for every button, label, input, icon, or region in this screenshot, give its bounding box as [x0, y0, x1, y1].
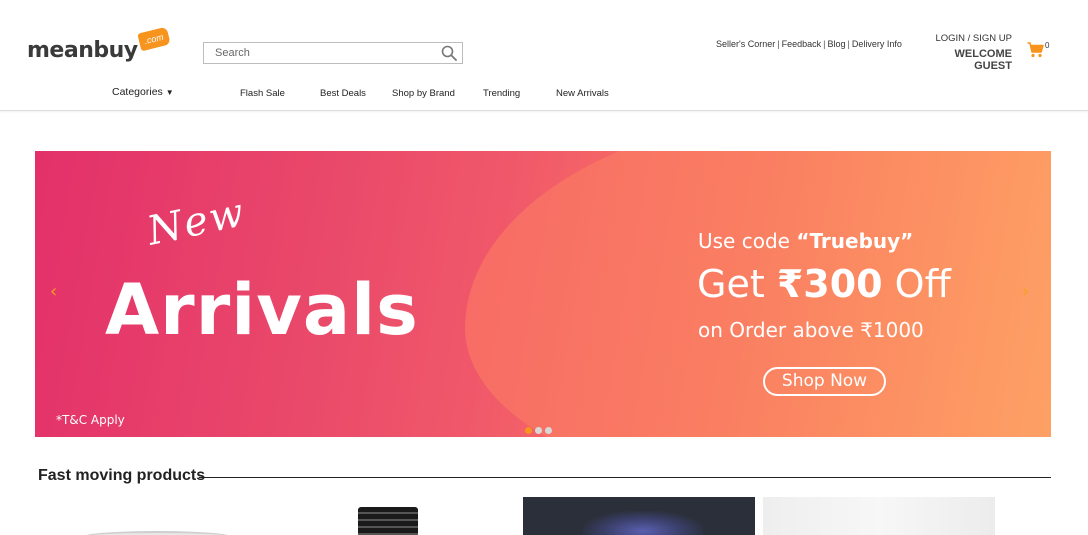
- nav-categories[interactable]: Categories ▼: [112, 86, 174, 98]
- carousel-dots: [525, 421, 555, 434]
- search-icon[interactable]: [441, 45, 457, 61]
- product-image: [583, 511, 703, 535]
- promo-banner[interactable]: New Arrivals Use code “Truebuy” Get ₹300…: [35, 151, 1051, 437]
- carousel-prev-icon[interactable]: ‹: [50, 281, 57, 302]
- link-delivery-info[interactable]: Delivery Info: [852, 39, 902, 49]
- banner-offer-prefix: Get: [697, 262, 777, 306]
- section-title: Fast moving products: [38, 467, 206, 484]
- search-input[interactable]: [204, 43, 434, 63]
- link-sellers-corner[interactable]: Seller's Corner: [716, 39, 775, 49]
- banner-coupon-code: “Truebuy”: [796, 229, 914, 253]
- cart-button[interactable]: 0: [1027, 40, 1051, 60]
- banner-offer-amount: ₹300: [776, 262, 883, 306]
- link-blog[interactable]: Blog: [827, 39, 845, 49]
- banner-offer: Get ₹300 Off: [697, 262, 951, 306]
- product-card-image[interactable]: [82, 497, 232, 535]
- logo[interactable]: meanbuy .com: [27, 26, 177, 70]
- nav-shop-by-brand[interactable]: Shop by Brand: [392, 88, 455, 99]
- login-signup-link[interactable]: LOGIN / SIGN UP: [920, 33, 1012, 44]
- nav-best-deals[interactable]: Best Deals: [320, 88, 366, 99]
- product-card-image[interactable]: [355, 497, 420, 535]
- cart-count: 0: [1045, 41, 1050, 50]
- product-image: [358, 507, 418, 535]
- banner-script-new: New: [143, 189, 250, 255]
- nav-categories-label: Categories: [112, 86, 163, 98]
- welcome-text: WELCOME GUEST: [954, 48, 1012, 72]
- carousel-dot[interactable]: [535, 427, 542, 434]
- banner-terms: *T&C Apply: [56, 413, 125, 427]
- product-card-image[interactable]: [763, 497, 995, 535]
- carousel-next-icon[interactable]: ›: [1022, 281, 1029, 302]
- caret-down-icon: ▼: [165, 88, 174, 97]
- shop-now-button[interactable]: Shop Now: [763, 367, 886, 396]
- carousel-dot[interactable]: [525, 427, 532, 434]
- nav-new-arrivals[interactable]: New Arrivals: [556, 88, 609, 99]
- section-divider: [199, 477, 1051, 478]
- nav-trending[interactable]: Trending: [483, 88, 520, 99]
- search-box: [203, 42, 463, 64]
- link-feedback[interactable]: Feedback: [782, 39, 822, 49]
- cart-icon: [1027, 42, 1044, 58]
- banner-headline: Arrivals: [105, 269, 419, 351]
- product-card-image[interactable]: [523, 497, 755, 535]
- banner-coupon-text: Use code “Truebuy”: [698, 229, 913, 253]
- product-image: [82, 531, 232, 535]
- banner-offer-suffix: Off: [882, 262, 951, 306]
- main-nav: Categories ▼ Flash Sale Best Deals Shop b…: [0, 86, 1088, 102]
- logo-wordmark: meanbuy: [27, 38, 138, 63]
- account-area: LOGIN / SIGN UP WELCOME GUEST: [920, 33, 1012, 72]
- top-links: Seller's Corner | Feedback | Blog | Delivery I…: [716, 39, 902, 49]
- carousel-dot[interactable]: [545, 427, 552, 434]
- banner-coupon-prefix: Use code: [698, 229, 797, 253]
- banner-order-condition: on Order above ₹1000: [698, 318, 924, 342]
- nav-flash-sale[interactable]: Flash Sale: [240, 88, 285, 99]
- logo-tag: .com: [137, 26, 171, 52]
- site-header: meanbuy .com Seller's Corner|Feedback|Bl…: [0, 0, 1088, 111]
